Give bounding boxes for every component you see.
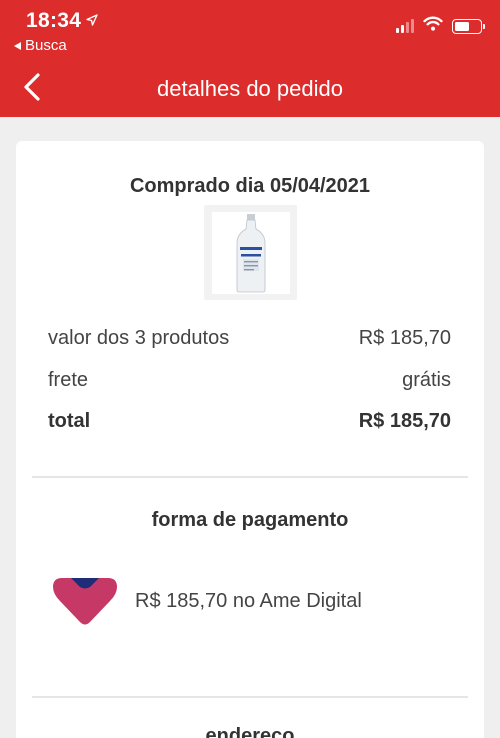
- product-thumbnail[interactable]: [204, 205, 297, 300]
- address-section-title: endereço: [205, 725, 295, 738]
- section-divider: [32, 696, 468, 698]
- total-label: total: [48, 410, 91, 432]
- ame-digital-logo-icon: [50, 574, 120, 633]
- total-row: total R$ 185,70: [48, 410, 451, 433]
- page-title: detalhes do pedido: [157, 76, 343, 101]
- purchase-date: Comprado dia 05/04/2021: [129, 175, 371, 197]
- order-details-card: Comprado dia 05/04/2021 valor dos 3 prod…: [16, 141, 484, 738]
- shipping-row: frete grátis: [48, 369, 451, 392]
- app-header: 18:34 Busca detalhes do pedido: [0, 0, 500, 117]
- location-arrow-icon: [86, 13, 98, 31]
- back-to-app-label: Busca: [25, 37, 67, 54]
- back-to-app-link[interactable]: Busca: [14, 37, 67, 54]
- products-value-amount: R$ 185,70: [358, 327, 451, 349]
- total-value: R$ 185,70: [358, 410, 451, 432]
- shipping-value: grátis: [402, 369, 451, 391]
- status-time: 18:34: [26, 9, 82, 32]
- wifi-icon: [423, 16, 443, 36]
- signal-icon: [396, 19, 414, 33]
- payment-section-title: forma de pagamento: [151, 509, 349, 531]
- battery-icon: [452, 18, 485, 34]
- payment-method-text: R$ 185,70 no Ame Digital: [135, 590, 362, 612]
- shipping-label: frete: [48, 369, 89, 391]
- section-divider: [32, 476, 468, 478]
- back-triangle-icon: [14, 41, 21, 50]
- products-value-label: valor dos 3 produtos: [48, 327, 230, 349]
- vodka-bottle-image: [236, 213, 265, 292]
- products-value-row: valor dos 3 produtos R$ 185,70: [48, 327, 451, 350]
- status-indicators: [396, 16, 485, 36]
